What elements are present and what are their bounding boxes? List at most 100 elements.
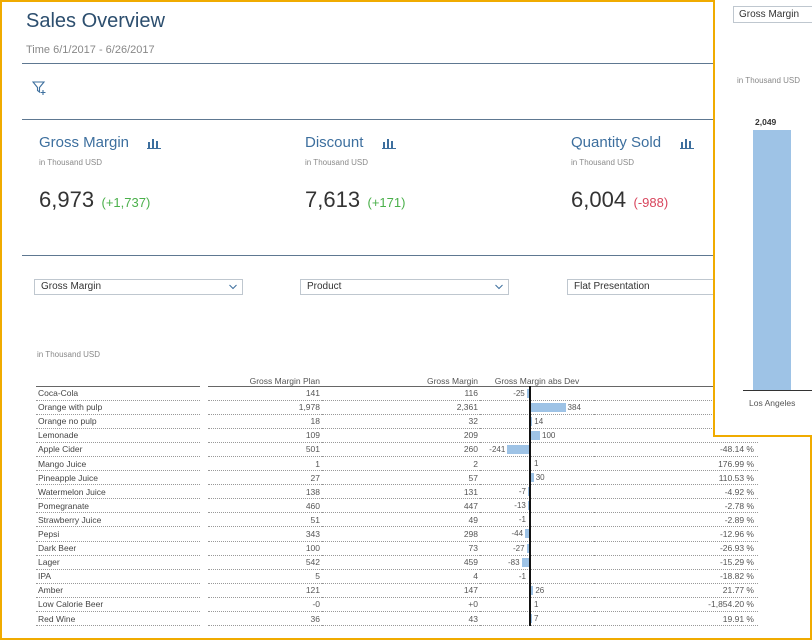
deviation-cell: 7	[480, 611, 594, 627]
kpi-value: 7,613	[305, 187, 361, 212]
deviation-label: -1	[518, 515, 526, 525]
deviation-axis	[529, 441, 531, 457]
deviation-percent-cell: -15.29 %	[594, 555, 758, 570]
column-header[interactable]: Gross Margin abs Dev	[480, 373, 594, 387]
overlay-measure-select[interactable]: Gross Margin	[733, 6, 812, 23]
table-row[interactable]: Dark Beer 100 73 -27 -26.93 %	[36, 540, 758, 556]
dimension-select[interactable]: Product	[300, 279, 509, 295]
table-row[interactable]: Strawberry Juice 51 49 -1 -2.89 %	[36, 512, 758, 528]
deviation-cell: -13	[480, 498, 594, 514]
column-header[interactable]	[36, 373, 200, 387]
deviation-cell: 1	[480, 455, 594, 472]
select-value: Product	[307, 281, 342, 292]
plan-cell: 27	[208, 470, 322, 486]
deviation-label: 30	[535, 473, 545, 483]
kpi-tile-discount[interactable]: Discount in Thousand USD 7,613 (+171)	[305, 134, 545, 213]
filter-add-icon[interactable]	[32, 80, 48, 96]
table-row[interactable]: Pomegranate 460 447 -13 -2.78 %	[36, 498, 758, 514]
deviation-axis	[529, 540, 531, 556]
table-row[interactable]: Lager 542 459 -83 -15.29 %	[36, 554, 758, 570]
table-row[interactable]: Orange no pulp 18 32 14	[36, 413, 758, 429]
deviation-bar	[531, 614, 532, 623]
deviation-cell: 384	[480, 399, 594, 415]
deviation-axis	[529, 554, 531, 570]
deviation-cell: -25	[480, 385, 594, 401]
product-name-cell: Low Calorie Beer	[36, 597, 200, 613]
product-name-cell: Orange no pulp	[36, 414, 200, 429]
bar-chart-icon[interactable]	[679, 137, 694, 149]
bar-chart-icon[interactable]	[381, 137, 396, 149]
deviation-bar	[526, 543, 529, 553]
table-row[interactable]: Amber 121 147 26 21.77 %	[36, 582, 758, 598]
actual-cell: 43	[322, 611, 480, 627]
plan-cell: 109	[208, 428, 322, 443]
deviation-axis	[529, 568, 531, 584]
deviation-bar	[521, 557, 529, 567]
time-range-label: Time 6/1/2017 - 6/26/2017	[26, 44, 155, 56]
deviation-bar	[531, 416, 533, 426]
actual-cell: 447	[322, 498, 480, 514]
deviation-label: -241	[489, 444, 506, 454]
plan-cell: 1,978	[208, 400, 322, 415]
kpi-value: 6,973	[39, 187, 95, 212]
deviation-label: -44	[511, 529, 524, 539]
plan-cell: -0	[208, 597, 322, 613]
table-header-row: Gross Margin Plan Gross Margin Gross Mar…	[36, 373, 758, 387]
page-title: Sales Overview	[26, 10, 165, 32]
deviation-axis	[529, 596, 531, 612]
deviation-axis	[529, 526, 531, 542]
table-row[interactable]: Red Wine 36 43 7 19.91 %	[36, 611, 758, 627]
plan-cell: 121	[208, 583, 322, 598]
deviation-cell: 100	[480, 427, 594, 443]
product-name-cell: Pomegranate	[36, 498, 200, 514]
deviation-cell: -1	[480, 568, 594, 584]
kpi-tile-gross-margin[interactable]: Gross Margin in Thousand USD 6,973 (+1,7…	[39, 134, 279, 213]
deviation-cell: 14	[480, 413, 594, 429]
overlay-chart-panel: Gross Margin in Thousand USD 2,049 Los A…	[713, 0, 812, 437]
table-row[interactable]: IPA 5 4 -1 -18.82 %	[36, 568, 758, 584]
overlay-unit-label: in Thousand USD	[737, 76, 800, 85]
actual-cell: 147	[322, 583, 480, 598]
deviation-cell: 26	[480, 582, 594, 598]
actual-cell: 2,361	[322, 400, 480, 415]
table-row[interactable]: Pineapple Juice 27 57 30 110.53 %	[36, 470, 758, 486]
table-row[interactable]: Coca-Cola 141 116 -25	[36, 385, 758, 401]
deviation-cell: 1	[480, 596, 594, 613]
deviation-axis	[529, 455, 531, 471]
deviation-cell: -1	[480, 512, 594, 528]
kpi-title: Gross Margin	[39, 134, 130, 152]
table-row[interactable]: Watermelon Juice 138 131 -7 -4.92 %	[36, 484, 758, 500]
deviation-percent-cell: -48.14 %	[594, 442, 758, 457]
deviation-bar	[531, 473, 534, 483]
product-name-cell: Pepsi	[36, 526, 200, 542]
deviation-percent-cell: 21.77 %	[594, 583, 758, 598]
product-name-cell: Amber	[36, 583, 200, 598]
column-header[interactable]: Gross Margin Plan	[208, 373, 322, 387]
select-value: Flat Presentation	[574, 281, 650, 292]
actual-cell: 2	[322, 456, 480, 472]
column-header[interactable]: Gross Margin	[322, 373, 480, 387]
product-name-cell: Coca-Cola	[36, 386, 200, 401]
deviation-label: -1	[518, 571, 526, 581]
measure-select[interactable]: Gross Margin	[34, 279, 243, 295]
deviation-percent-cell: -12.96 %	[594, 526, 758, 542]
chevron-down-icon	[229, 284, 237, 290]
deviation-label: 1	[534, 458, 539, 468]
table-row[interactable]: Lemonade 109 209 100	[36, 427, 758, 443]
table-row[interactable]: Apple Cider 501 260 -241 -48.14 %	[36, 441, 758, 457]
deviation-label: 14	[534, 416, 544, 426]
kpi-delta: (+171)	[367, 195, 406, 210]
table-row[interactable]: Pepsi 343 298 -44 -12.96 %	[36, 526, 758, 542]
product-name-cell: Strawberry Juice	[36, 512, 200, 528]
actual-cell: 4	[322, 569, 480, 584]
deviation-percent-cell: -1,854.20 %	[594, 597, 758, 613]
product-name-cell: IPA	[36, 569, 200, 584]
kpi-title: Quantity Sold	[571, 134, 662, 152]
bar-chart-icon[interactable]	[147, 137, 162, 149]
table-row[interactable]: Orange with pulp 1,978 2,361 384	[36, 399, 758, 415]
table-row[interactable]: Mango Juice 1 2 1 176.99 %	[36, 455, 758, 472]
table-row[interactable]: Low Calorie Beer -0 +0 1 -1,854.20 %	[36, 596, 758, 613]
deviation-percent-cell: -18.82 %	[594, 569, 758, 584]
chart-bar[interactable]	[753, 130, 791, 390]
deviation-bar	[531, 585, 534, 595]
